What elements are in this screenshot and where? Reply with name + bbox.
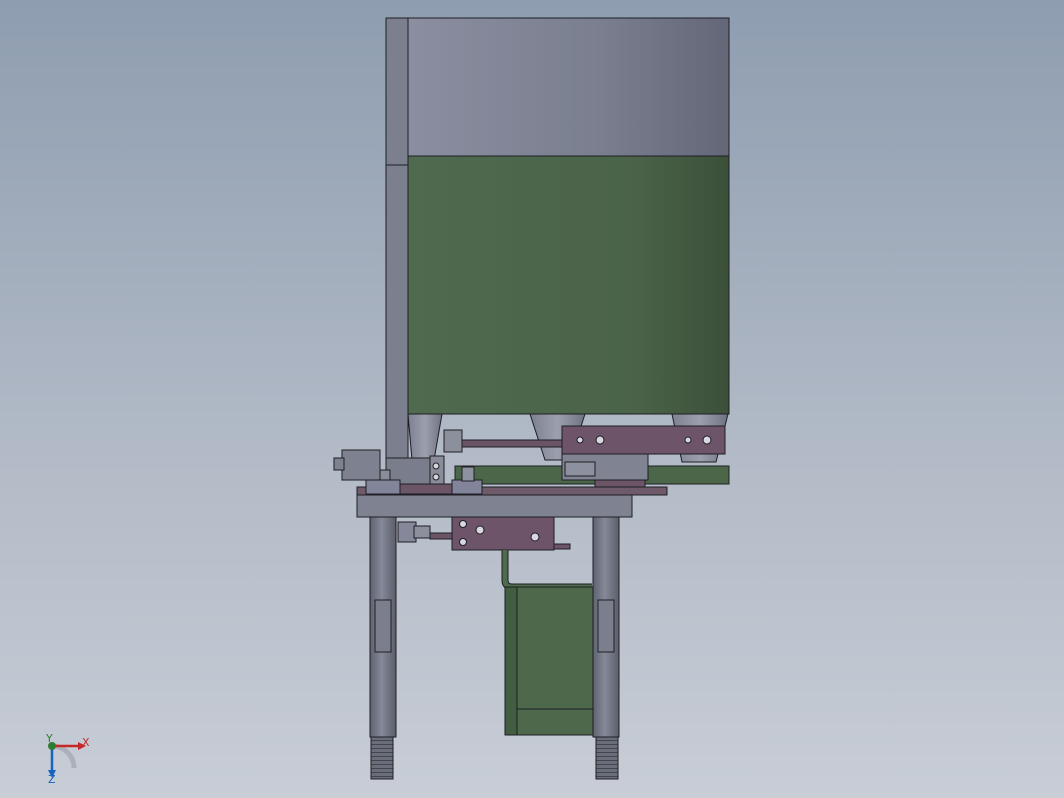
port-3: [684, 436, 692, 444]
rail-block-mid: [451, 479, 483, 495]
valve-nozzle: [333, 457, 345, 471]
leg-right[interactable]: [592, 516, 620, 780]
port-4: [702, 435, 712, 445]
lower-rod-tail: [553, 543, 571, 550]
motor-assembly[interactable]: [501, 550, 594, 736]
discharge-cone-left: [407, 413, 443, 461]
cylinder-body-upper: [561, 425, 726, 455]
y-axis-label: Y: [45, 732, 53, 745]
port-2: [595, 435, 605, 445]
rail-block-left: [365, 479, 401, 495]
lower-rod-end: [397, 521, 417, 543]
hopper[interactable]: [385, 17, 730, 463]
x-axis-label: X: [82, 736, 90, 749]
coordinate-triad: X Y Z: [45, 732, 90, 786]
cylinder-body-lower: [451, 516, 555, 551]
leg-left[interactable]: [369, 516, 397, 780]
valve-body: [341, 449, 381, 481]
z-axis-label: Z: [48, 773, 56, 786]
leg-foot-left: [370, 736, 394, 780]
piston-rod-upper: [459, 439, 565, 448]
hopper-side-flange: [385, 17, 409, 459]
leg-slot-left: [374, 599, 392, 653]
lower-cylinder-assembly[interactable]: [397, 516, 571, 551]
green-tube: [501, 550, 592, 591]
lower-fitting: [413, 525, 431, 539]
hopper-upper-shell: [407, 17, 730, 157]
base-plate: [356, 494, 633, 518]
port-1: [576, 436, 584, 444]
rod-end-upper: [443, 429, 463, 453]
lower-rod: [429, 532, 455, 540]
rail-block-inner: [461, 466, 475, 482]
motor-body: [504, 586, 594, 736]
hopper-lower-shell: [407, 155, 730, 415]
leg-foot-right: [595, 736, 619, 780]
rail-slot: [399, 483, 453, 495]
triad-arc: [51, 743, 77, 769]
leg-slot-right: [597, 599, 615, 653]
motor-face: [504, 586, 518, 736]
slide-block-inner: [564, 461, 596, 477]
cad-viewport[interactable]: X Y Z: [0, 0, 1064, 798]
